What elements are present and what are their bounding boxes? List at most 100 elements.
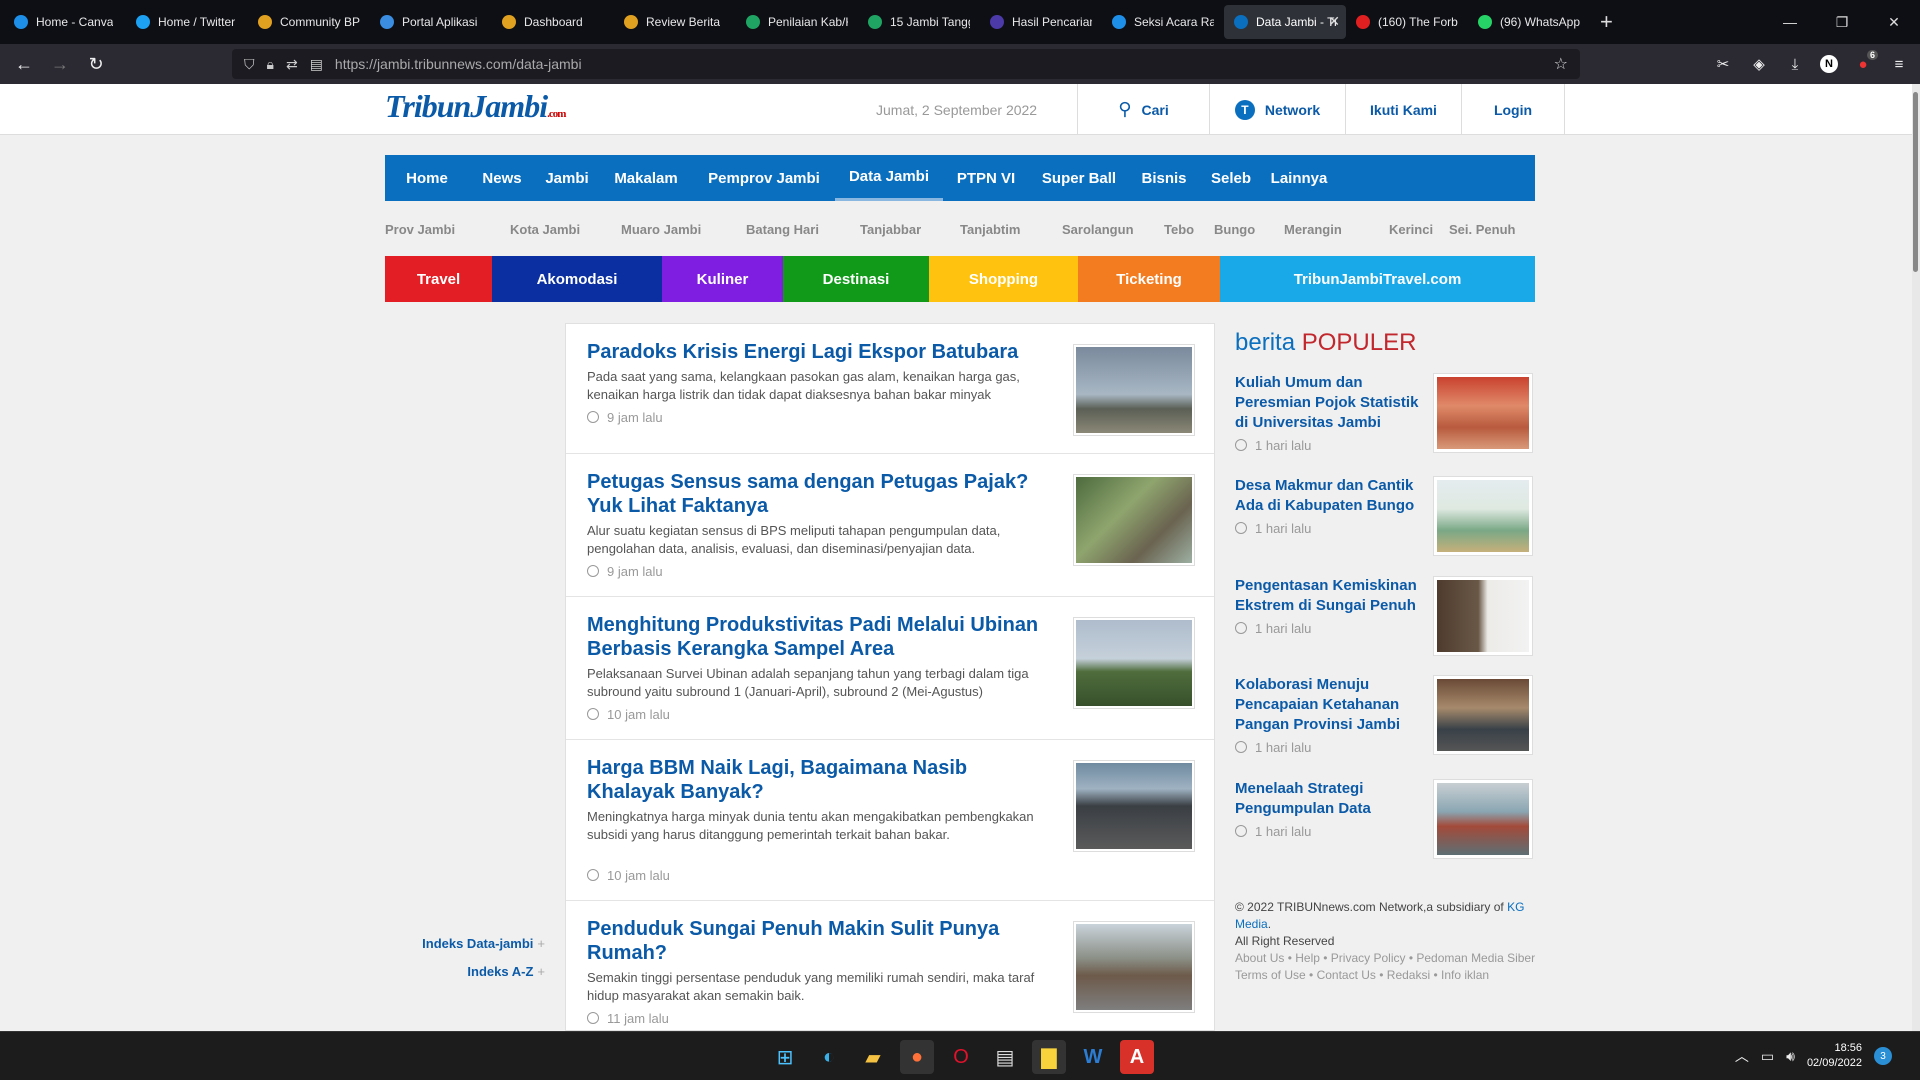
region-link[interactable]: Batang Hari <box>746 222 819 237</box>
nav-item-makalam[interactable]: Makalam <box>599 155 693 201</box>
pdf-icon[interactable]: A <box>1120 1040 1154 1074</box>
popular-item-title[interactable]: Kolaborasi Menuju Pencapaian Ketahanan P… <box>1235 675 1430 735</box>
article-title[interactable]: Harga BBM Naik Lagi, Bagaimana Nasib Kha… <box>587 756 1057 804</box>
nav-item-data-jambi[interactable]: Data Jambi <box>835 155 943 201</box>
browser-tab[interactable]: (160) The Forbid <box>1346 5 1468 39</box>
popular-item-title[interactable]: Desa Makmur dan Cantik Ada di Kabupaten … <box>1235 476 1430 516</box>
footer-link[interactable]: Pedoman Media Siber <box>1416 951 1535 965</box>
region-link[interactable]: Tanjabtim <box>960 222 1020 237</box>
region-link[interactable]: Kota Jambi <box>510 222 580 237</box>
article-thumbnail[interactable] <box>1073 760 1195 852</box>
lock-icon[interactable]: 🔒︎ <box>267 56 274 73</box>
close-window-button[interactable]: ✕ <box>1868 0 1920 44</box>
notepad-icon[interactable]: ▤ <box>988 1040 1022 1074</box>
popular-item-thumbnail[interactable] <box>1433 779 1533 859</box>
popular-item-title[interactable]: Menelaah Strategi Pengumpulan Data <box>1235 779 1430 819</box>
search-button[interactable]: ⚲ Cari <box>1077 84 1209 135</box>
region-link[interactable]: Tanjabbar <box>860 222 921 237</box>
footer-link[interactable]: Help <box>1295 951 1320 965</box>
nav-item-home[interactable]: Home <box>385 155 469 201</box>
windows-start-icon[interactable]: ⊞ <box>768 1040 802 1074</box>
article-thumbnail[interactable] <box>1073 474 1195 566</box>
opera-icon[interactable]: O <box>944 1040 978 1074</box>
popular-item-thumbnail[interactable] <box>1433 476 1533 556</box>
notification-badge[interactable]: 3 <box>1874 1047 1892 1065</box>
footer-link[interactable]: Privacy Policy <box>1331 951 1406 965</box>
close-tab-icon[interactable]: ✕ <box>1328 13 1340 30</box>
footer-link[interactable]: Redaksi <box>1387 968 1430 982</box>
browser-tab[interactable]: Home / Twitter <box>126 5 248 39</box>
page-scrollbar[interactable] <box>1912 84 1920 1031</box>
site-logo[interactable]: TribunJambi.com <box>385 88 566 125</box>
restore-button[interactable]: ❐ <box>1816 0 1868 44</box>
nav-item-ptpn-vi[interactable]: PTPN VI <box>943 155 1029 201</box>
browser-tab[interactable]: Penilaian Kab/Ko <box>736 5 858 39</box>
region-link[interactable]: Bungo <box>1214 222 1255 237</box>
chevron-up-icon[interactable]: ︿ <box>1735 1046 1749 1066</box>
reader-icon[interactable]: ▤ <box>310 56 323 73</box>
browser-tab[interactable]: 15 Jambi Tangga <box>858 5 980 39</box>
file-explorer-icon[interactable]: ▰ <box>856 1040 890 1074</box>
sticky-notes-icon[interactable]: ▇ <box>1032 1040 1066 1074</box>
download-icon[interactable]: ⤓ <box>1784 56 1806 73</box>
pocket-icon[interactable]: ◈ <box>1748 55 1770 73</box>
shield-icon[interactable]: ⛉ <box>244 56 255 73</box>
browser-tab[interactable]: Dashboard <box>492 5 614 39</box>
browser-tab[interactable]: Hasil Pencarian <box>980 5 1102 39</box>
article-title[interactable]: Penduduk Sungai Penuh Makin Sulit Punya … <box>587 917 1057 965</box>
popular-item-title[interactable]: Pengentasan Kemiskinan Ekstrem di Sungai… <box>1235 576 1430 616</box>
minimize-button[interactable]: — <box>1764 0 1816 44</box>
popular-item-thumbnail[interactable] <box>1433 373 1533 453</box>
word-icon[interactable]: W <box>1076 1040 1110 1074</box>
category-ticketing[interactable]: Ticketing <box>1078 256 1220 302</box>
browser-tab[interactable]: Community BPS <box>248 5 370 39</box>
region-link[interactable]: Sarolangun <box>1062 222 1134 237</box>
edge-icon[interactable]: ◐ <box>812 1040 846 1074</box>
new-tab-button[interactable]: + <box>1600 9 1613 35</box>
profile-icon[interactable]: N <box>1820 55 1838 73</box>
article-thumbnail[interactable] <box>1073 344 1195 436</box>
forward-button[interactable]: → <box>42 54 78 75</box>
network-button[interactable]: T Network <box>1209 84 1345 135</box>
nav-item-news[interactable]: News <box>469 155 535 201</box>
region-link[interactable]: Muaro Jambi <box>621 222 701 237</box>
footer-link[interactable]: Contact Us <box>1317 968 1376 982</box>
index-az-link[interactable]: Indeks A-Z + <box>405 958 545 986</box>
back-button[interactable]: ← <box>6 54 42 75</box>
footer-link[interactable]: About Us <box>1235 951 1284 965</box>
category-akomodasi[interactable]: Akomodasi <box>492 256 662 302</box>
region-link[interactable]: Kerinci <box>1389 222 1433 237</box>
nav-item-super-ball[interactable]: Super Ball <box>1029 155 1129 201</box>
reload-button[interactable]: ↻ <box>78 54 114 75</box>
display-icon[interactable]: ▭ <box>1761 1048 1774 1065</box>
popular-item-thumbnail[interactable] <box>1433 675 1533 755</box>
scrollbar-thumb[interactable] <box>1913 92 1918 272</box>
nav-item-bisnis[interactable]: Bisnis <box>1129 155 1199 201</box>
volume-icon[interactable]: 🔊︎ <box>1786 1048 1795 1065</box>
region-link[interactable]: Tebo <box>1164 222 1194 237</box>
footer-link[interactable]: Info iklan <box>1441 968 1489 982</box>
article-title[interactable]: Menghitung Produkstivitas Padi Melalui U… <box>587 613 1057 661</box>
follow-button[interactable]: Ikuti Kami <box>1345 84 1461 135</box>
extension-icon[interactable]: ● 6 <box>1852 49 1878 73</box>
bookmark-star-icon[interactable]: ☆ <box>1554 54 1568 74</box>
category-shopping[interactable]: Shopping <box>929 256 1078 302</box>
permissions-icon[interactable]: ⇄ <box>286 56 298 73</box>
footer-link[interactable]: Terms of Use <box>1235 968 1306 982</box>
browser-tab[interactable]: Portal Aplikasi <box>370 5 492 39</box>
firefox-icon[interactable]: ● <box>900 1040 934 1074</box>
article-title[interactable]: Petugas Sensus sama dengan Petugas Pajak… <box>587 470 1057 518</box>
index-data-jambi-link[interactable]: Indeks Data-jambi + <box>405 930 545 958</box>
browser-tab[interactable]: (96) WhatsApp <box>1468 5 1590 39</box>
screenshot-icon[interactable]: ✂ <box>1712 55 1734 73</box>
region-link[interactable]: Prov Jambi <box>385 222 455 237</box>
login-button[interactable]: Login <box>1461 84 1565 135</box>
article-thumbnail[interactable] <box>1073 617 1195 709</box>
nav-item-pemprov-jambi[interactable]: Pemprov Jambi <box>693 155 835 201</box>
clock[interactable]: 18:56 02/09/2022 <box>1807 1041 1862 1071</box>
url-bar[interactable]: ⛉ 🔒︎ ⇄ ▤ https://jambi.tribunnews.com/da… <box>232 49 1580 79</box>
article-thumbnail[interactable] <box>1073 921 1195 1013</box>
category-travel[interactable]: Travel <box>385 256 492 302</box>
popular-item-thumbnail[interactable] <box>1433 576 1533 656</box>
category-tribunjambitravel-com[interactable]: TribunJambiTravel.com <box>1220 256 1535 302</box>
